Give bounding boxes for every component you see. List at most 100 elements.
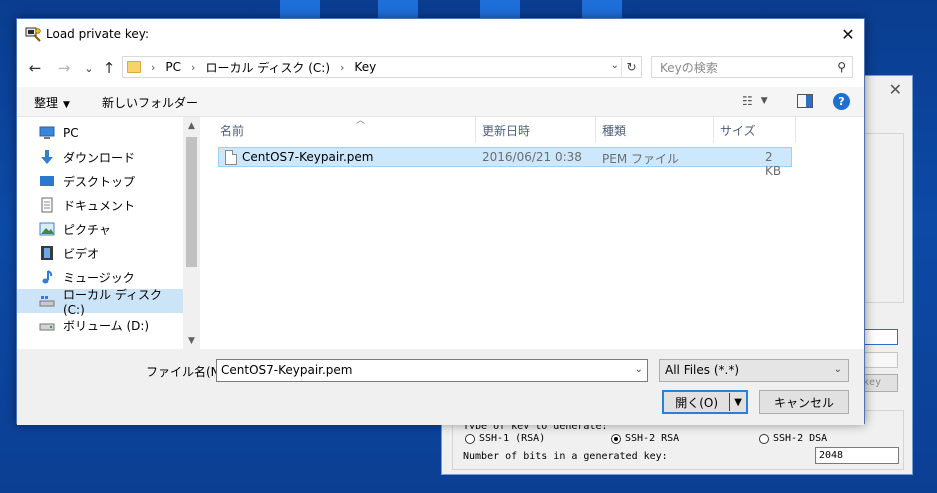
file-name: CentOS7-Keypair.pem	[242, 150, 374, 164]
file-size: 2 KB	[765, 150, 782, 178]
bg-field[interactable]	[860, 329, 898, 345]
search-placeholder: Keyの検索	[660, 60, 718, 75]
up-button[interactable]: ↑	[99, 58, 119, 78]
file-row[interactable]: CentOS7-Keypair.pem 2016/06/21 0:38 PEM …	[218, 147, 792, 178]
sidebar-item-volume-d[interactable]: ボリューム (D:)	[17, 313, 183, 337]
arrow-up-icon: ↑	[102, 59, 116, 77]
cancel-button[interactable]: キャンセル	[759, 390, 849, 414]
column-label: 更新日時	[482, 123, 531, 138]
radio-ssh1[interactable]: SSH-1 (RSA)	[465, 433, 545, 444]
sidebar-item-local-disk[interactable]: ローカル ディスク (C:)	[17, 288, 183, 317]
picture-icon	[39, 222, 55, 236]
organize-button[interactable]: 整理 ▼	[34, 94, 70, 111]
close-button[interactable]: ✕	[832, 19, 864, 49]
chevron-down-icon[interactable]: ⌄	[635, 364, 643, 375]
sidebar-item-pc[interactable]: PC	[17, 121, 183, 145]
folder-icon	[127, 61, 141, 73]
radio-ssh2-rsa[interactable]: SSH-2 RSA	[611, 433, 679, 444]
column-header-name[interactable]: ︿ 名前	[214, 116, 476, 143]
navigation-bar: ← → ⌄ ↑ › PC › ローカル ディスク (C:) › Key ⌄ ↻ …	[17, 49, 864, 87]
back-button[interactable]: ←	[25, 58, 45, 78]
column-header-modified[interactable]: 更新日時	[476, 117, 596, 143]
radio-ssh2-dsa[interactable]: SSH-2 DSA	[759, 433, 827, 444]
desktop-highlight	[378, 0, 418, 20]
radio-label: SSH-2 DSA	[773, 433, 828, 444]
radio-icon	[759, 433, 769, 444]
help-icon[interactable]: ?	[833, 93, 850, 110]
new-folder-button[interactable]: 新しいフォルダー	[102, 94, 198, 111]
desktop-highlight	[280, 0, 320, 20]
bits-label: Number of bits in a generated key:	[463, 451, 668, 462]
recent-locations-button[interactable]: ⌄	[79, 58, 99, 78]
address-bar[interactable]: › PC › ローカル ディスク (C:) › Key ⌄ ↻	[122, 56, 642, 78]
music-icon	[42, 270, 53, 284]
sort-ascending-icon: ︿	[356, 116, 366, 126]
sidebar-item-label: ボリューム (D:)	[63, 318, 150, 333]
file-type-select[interactable]: All Files (*.*) ⌄	[659, 359, 849, 382]
column-label: 種類	[602, 123, 627, 138]
radio-label: SSH-1 (RSA)	[479, 433, 546, 444]
sidebar-item-pictures[interactable]: ピクチャ	[17, 217, 183, 241]
breadcrumb-pc[interactable]: PC	[165, 60, 181, 74]
file-list: ︿ 名前 更新日時 種類 サイズ CentOS7-Keypair.pem 201…	[200, 116, 864, 349]
dialog-title: Load private key:	[46, 27, 150, 41]
drive-icon	[39, 323, 55, 331]
preview-pane-icon[interactable]	[797, 94, 813, 108]
bg-group-box	[864, 133, 904, 303]
change-view-button[interactable]: ☷ ▼	[742, 94, 768, 108]
scroll-up-icon[interactable]: ▲	[183, 117, 200, 134]
organize-label: 整理	[34, 96, 59, 110]
puttygen-app-icon	[25, 27, 41, 42]
search-input[interactable]: Keyの検索 ⚲	[651, 56, 853, 78]
desktop-highlight	[582, 0, 622, 20]
download-icon	[41, 150, 53, 164]
sidebar-scrollbar[interactable]: ▲ ▼	[183, 117, 200, 349]
sidebar-item-downloads[interactable]: ダウンロード	[17, 145, 183, 169]
dialog-footer: ファイル名(N): CentOS7-Keypair.pem ⌄ All File…	[17, 349, 864, 425]
file-type-value: All Files (*.*)	[665, 363, 740, 377]
bg-field[interactable]	[860, 352, 898, 368]
chevron-down-icon[interactable]: ⌄	[611, 60, 619, 71]
breadcrumb-local-disk[interactable]: ローカル ディスク (C:)	[205, 59, 330, 76]
bg-save-key-button[interactable]: key	[860, 374, 898, 392]
sidebar-item-desktop[interactable]: デスクトップ	[17, 169, 183, 193]
bits-input[interactable]: 2048	[815, 447, 899, 464]
sidebar-item-label: ビデオ	[63, 246, 100, 261]
scroll-thumb[interactable]	[186, 137, 197, 267]
navigation-pane: PC ダウンロード デスクトップ ドキュメント ピクチャ ビデオ ミュージック	[17, 117, 200, 349]
file-type: PEM ファイル	[602, 152, 679, 166]
load-private-key-dialog: Load private key: ✕ ← → ⌄ ↑ › PC › ローカル …	[16, 18, 865, 425]
breadcrumb-separator: ›	[191, 60, 196, 74]
sidebar-item-label: ダウンロード	[63, 150, 136, 165]
scroll-down-icon[interactable]: ▼	[183, 332, 200, 349]
sidebar-item-documents[interactable]: ドキュメント	[17, 193, 183, 217]
forward-button[interactable]: →	[54, 58, 74, 78]
document-icon	[41, 197, 53, 213]
breadcrumb-separator: ›	[151, 60, 156, 74]
breadcrumb-key[interactable]: Key	[354, 60, 376, 74]
refresh-icon[interactable]: ↻	[621, 57, 641, 77]
filename-value: CentOS7-Keypair.pem	[221, 363, 353, 377]
breadcrumb: › PC › ローカル ディスク (C:) › Key	[151, 59, 376, 76]
breadcrumb-separator: ›	[340, 60, 345, 74]
caret-down-icon[interactable]: ▼	[730, 397, 746, 408]
filename-input[interactable]: CentOS7-Keypair.pem ⌄	[216, 359, 648, 382]
cancel-label: キャンセル	[773, 395, 834, 410]
bg-close-icon[interactable]: ✕	[889, 80, 902, 99]
video-icon	[41, 246, 53, 260]
column-label: 名前	[220, 123, 245, 138]
pc-icon	[39, 126, 55, 139]
column-header-size[interactable]: サイズ	[714, 117, 796, 143]
radio-icon	[465, 433, 475, 444]
chevron-down-icon: ⌄	[84, 61, 94, 75]
title-bar: Load private key: ✕	[17, 19, 864, 49]
sidebar-item-videos[interactable]: ビデオ	[17, 241, 183, 265]
caret-down-icon: ▼	[63, 100, 70, 110]
view-list-icon: ☷	[742, 94, 753, 108]
open-button[interactable]: 開く(O) ▼	[662, 390, 748, 414]
search-icon: ⚲	[837, 60, 846, 74]
sidebar-item-label: デスクトップ	[63, 174, 136, 189]
column-header-type[interactable]: 種類	[596, 117, 714, 143]
desktop-highlight	[480, 0, 520, 20]
column-label: サイズ	[720, 123, 756, 138]
